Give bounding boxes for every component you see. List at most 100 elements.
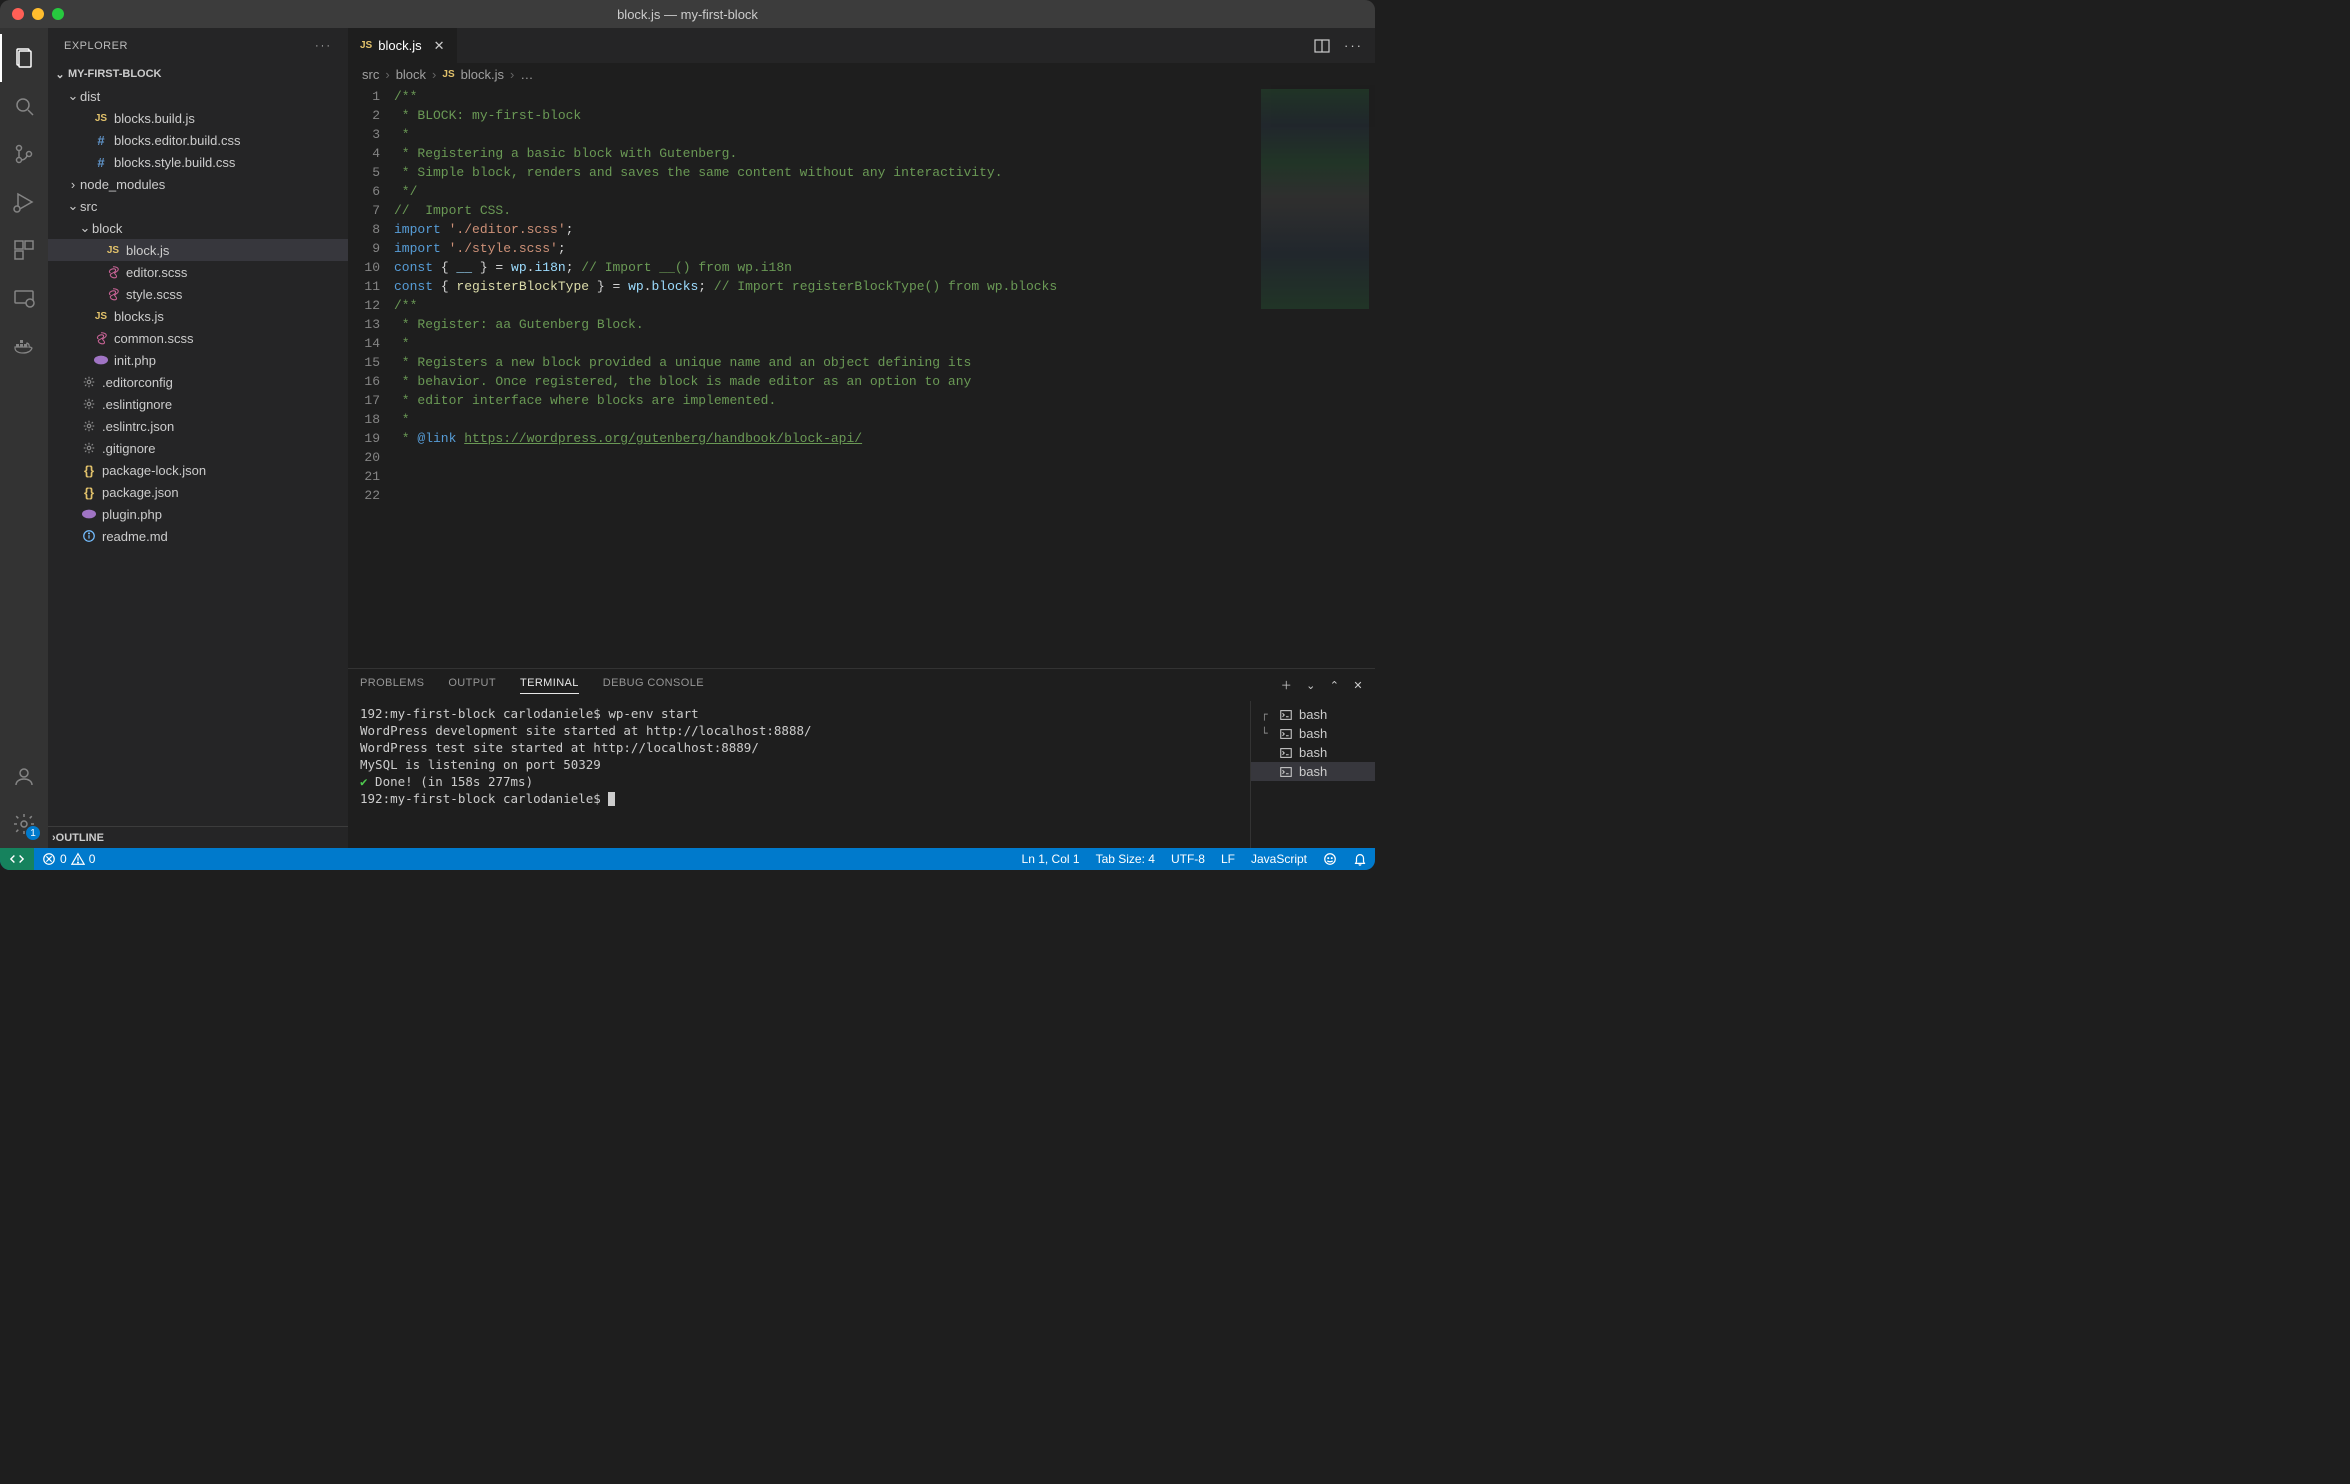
file-row[interactable]: style.scss — [48, 283, 348, 305]
status-eol[interactable]: LF — [1213, 852, 1243, 866]
tree-item-label: common.scss — [114, 331, 193, 346]
tree-item-label: dist — [80, 89, 100, 104]
file-row[interactable]: .editorconfig — [48, 371, 348, 393]
status-language[interactable]: JavaScript — [1243, 852, 1315, 866]
outline-section-header[interactable]: › OUTLINE — [48, 826, 348, 848]
panel-tab-problems[interactable]: PROBLEMS — [360, 677, 424, 693]
file-row[interactable]: .gitignore — [48, 437, 348, 459]
folder-row[interactable]: ⌄dist — [48, 85, 348, 107]
terminal-sessions: ┌bash└bashbashbash — [1250, 701, 1375, 848]
split-editor-icon[interactable] — [1314, 38, 1330, 54]
breadcrumb-symbol[interactable]: … — [520, 67, 533, 82]
minimap[interactable] — [1255, 85, 1375, 668]
status-bell-icon[interactable] — [1345, 852, 1375, 866]
activity-extensions-icon[interactable] — [0, 226, 48, 274]
file-row[interactable]: {}package.json — [48, 481, 348, 503]
terminal-session[interactable]: ┌bash — [1251, 705, 1375, 724]
terminal-session-label: bash — [1299, 707, 1327, 722]
tab-label: block.js — [378, 38, 421, 53]
file-row[interactable]: JSblocks.js — [48, 305, 348, 327]
file-row[interactable]: JSblocks.build.js — [48, 107, 348, 129]
folder-row[interactable]: ⌄src — [48, 195, 348, 217]
activity-debug-icon[interactable] — [0, 178, 48, 226]
new-terminal-icon[interactable]: ＋ — [1281, 677, 1292, 693]
terminal-session[interactable]: bash — [1251, 762, 1375, 781]
file-row[interactable]: init.php — [48, 349, 348, 371]
config-icon — [80, 397, 98, 411]
tree-item-label: readme.md — [102, 529, 168, 544]
tree-item-label: block.js — [126, 243, 169, 258]
tree-item-label: .gitignore — [102, 441, 155, 456]
folder-row[interactable]: ›node_modules — [48, 173, 348, 195]
tree-item-label: plugin.php — [102, 507, 162, 522]
status-tab-size[interactable]: Tab Size: 4 — [1088, 852, 1163, 866]
file-row[interactable]: .eslintrc.json — [48, 415, 348, 437]
settings-badge: 1 — [26, 826, 40, 840]
file-row[interactable]: #blocks.editor.build.css — [48, 129, 348, 151]
chevron-down-icon: ⌄ — [78, 220, 92, 236]
breadcrumb-block[interactable]: block — [396, 67, 426, 82]
tab-close-icon[interactable]: ✕ — [434, 38, 445, 54]
panel-tab-output[interactable]: OUTPUT — [448, 677, 496, 693]
outline-label: OUTLINE — [56, 832, 104, 844]
panel-tab-terminal[interactable]: TERMINAL — [520, 677, 579, 694]
chevron-down-icon: ⌄ — [52, 68, 68, 81]
remote-indicator[interactable] — [0, 848, 34, 870]
tab-block-js[interactable]: JS block.js ✕ — [348, 28, 457, 63]
file-row[interactable]: plugin.php — [48, 503, 348, 525]
activity-search-icon[interactable] — [0, 82, 48, 130]
js-icon: JS — [104, 245, 122, 256]
file-row[interactable]: {}package-lock.json — [48, 459, 348, 481]
tree-item-label: .eslintignore — [102, 397, 172, 412]
window-maximize-button[interactable] — [52, 8, 64, 20]
file-row[interactable]: readme.md — [48, 525, 348, 547]
window-minimize-button[interactable] — [32, 8, 44, 20]
activity-remote-icon[interactable] — [0, 274, 48, 322]
panel-close-icon[interactable]: ✕ — [1353, 679, 1363, 692]
chevron-right-icon: › — [510, 67, 514, 82]
status-ln-col[interactable]: Ln 1, Col 1 — [1014, 852, 1088, 866]
file-row[interactable]: .eslintignore — [48, 393, 348, 415]
explorer-more-icon[interactable]: ··· — [315, 40, 332, 52]
file-row[interactable]: common.scss — [48, 327, 348, 349]
status-encoding[interactable]: UTF-8 — [1163, 852, 1213, 866]
terminal-dropdown-icon[interactable]: ⌄ — [1306, 679, 1316, 692]
panel-tab-debug[interactable]: DEBUG CONSOLE — [603, 677, 704, 693]
code-content[interactable]: /** * BLOCK: my-first-block * * Register… — [394, 85, 1255, 668]
activity-scm-icon[interactable] — [0, 130, 48, 178]
bottom-panel: PROBLEMS OUTPUT TERMINAL DEBUG CONSOLE ＋… — [348, 668, 1375, 848]
window-close-button[interactable] — [12, 8, 24, 20]
warning-count: 0 — [89, 852, 96, 866]
js-icon: JS — [360, 40, 372, 51]
error-count: 0 — [60, 852, 67, 866]
breadcrumb-file[interactable]: block.js — [461, 67, 504, 82]
activity-account-icon[interactable] — [0, 752, 48, 800]
tree-item-label: package.json — [102, 485, 179, 500]
code-editor[interactable]: 12345678910111213141516171819202122 /** … — [348, 85, 1375, 668]
json-icon: {} — [80, 463, 98, 478]
project-folder-header[interactable]: ⌄ MY-FIRST-BLOCK — [48, 63, 348, 85]
activity-explorer-icon[interactable] — [0, 34, 48, 82]
config-icon — [80, 419, 98, 433]
js-icon: JS — [92, 311, 110, 322]
breadcrumbs[interactable]: src › block › JS block.js › … — [348, 63, 1375, 85]
status-errors[interactable]: 0 0 — [34, 848, 103, 870]
js-icon: JS — [442, 69, 454, 80]
chevron-down-icon: ⌄ — [66, 198, 80, 214]
file-tree: ⌄distJSblocks.build.js#blocks.editor.bui… — [48, 85, 348, 547]
file-row[interactable]: #blocks.style.build.css — [48, 151, 348, 173]
terminal-session[interactable]: └bash — [1251, 724, 1375, 743]
status-feedback-icon[interactable] — [1315, 852, 1345, 866]
file-row[interactable]: editor.scss — [48, 261, 348, 283]
panel-maximize-icon[interactable]: ⌃ — [1330, 679, 1340, 692]
breadcrumb-src[interactable]: src — [362, 67, 379, 82]
config-icon — [80, 375, 98, 389]
editor-more-icon[interactable]: ··· — [1344, 38, 1363, 53]
activity-settings-icon[interactable]: 1 — [0, 800, 48, 848]
terminal-output[interactable]: 192:my-first-block carlodaniele$ wp-env … — [348, 701, 1250, 848]
folder-row[interactable]: ⌄block — [48, 217, 348, 239]
activity-docker-icon[interactable] — [0, 322, 48, 370]
file-row[interactable]: JS block.js — [48, 239, 348, 261]
terminal-session[interactable]: bash — [1251, 743, 1375, 762]
scss-icon — [104, 287, 122, 301]
